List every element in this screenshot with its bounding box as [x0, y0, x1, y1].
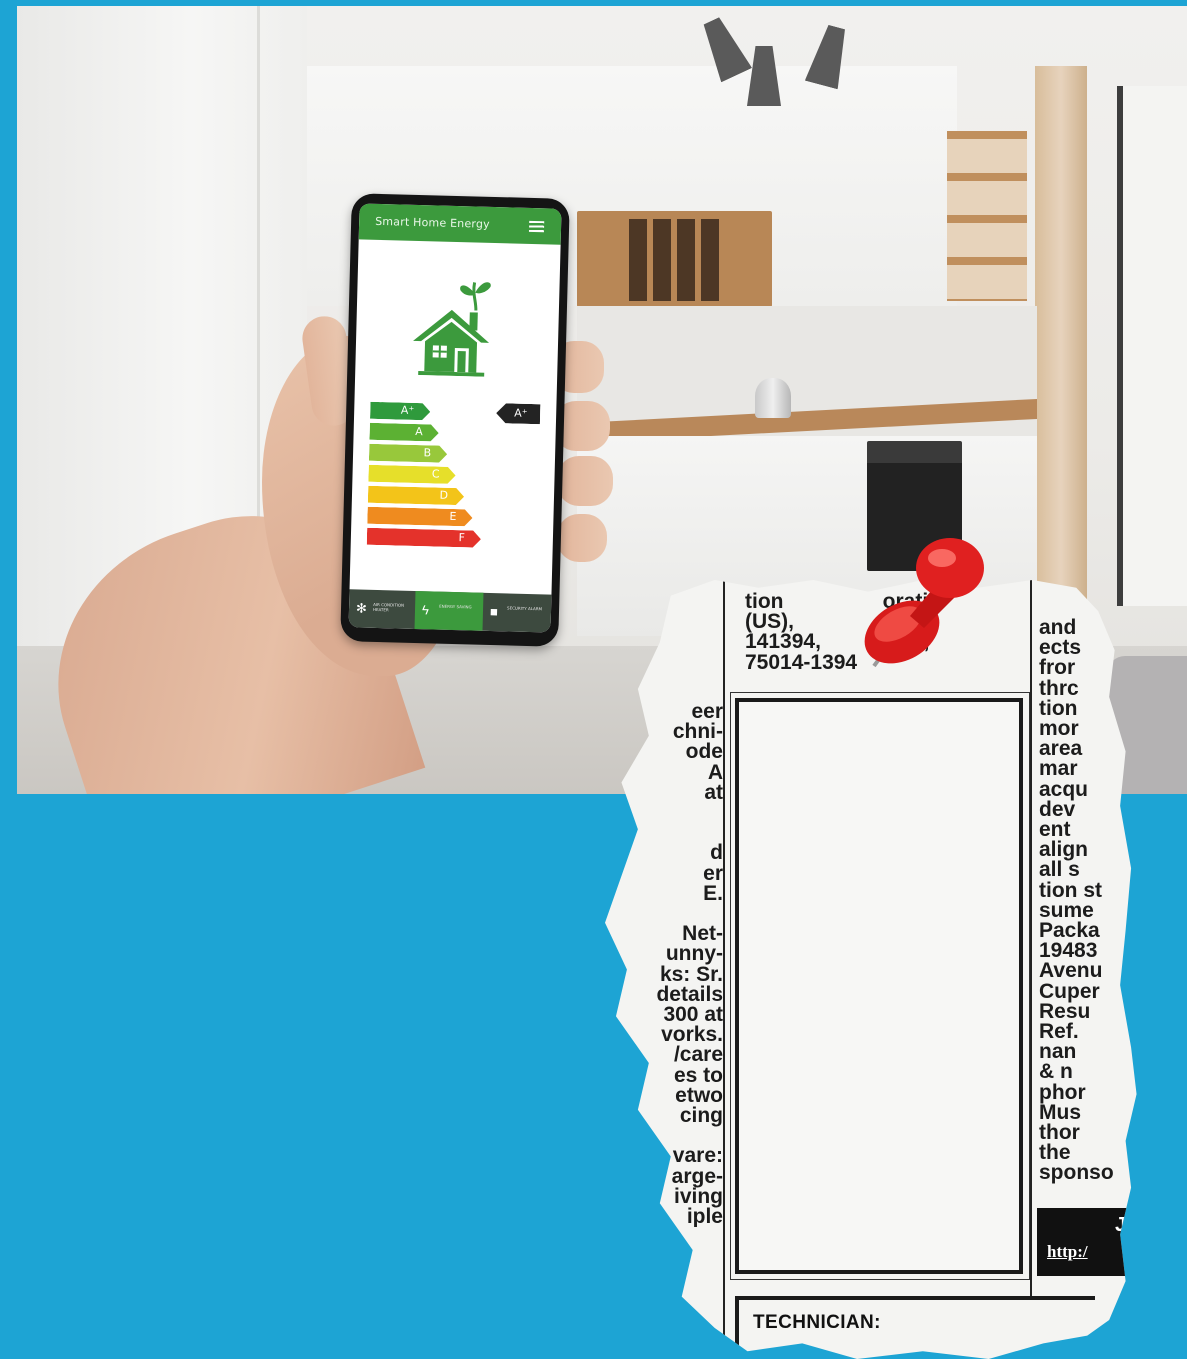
- column-rule: [1030, 580, 1032, 1300]
- job-ad-url: http:/: [1047, 1242, 1088, 1261]
- energy-bar: E: [367, 507, 472, 527]
- newspaper-clipping: tion oratio (US), Box 141394, TX, 75014-…: [605, 580, 1139, 1359]
- energy-bar-label: A: [414, 424, 423, 439]
- technician-ad: TECHNICIAN:: [735, 1296, 1095, 1356]
- finger: [557, 514, 607, 562]
- left-column-text: eer chni- ode A at d er E. Net- unny- ks…: [656, 702, 723, 1228]
- phone-screen: Smart Home Energy A⁺ ✻ AIR CONDITION HEA…: [348, 203, 562, 633]
- nav-label: AIR CONDITION HEATER: [372, 601, 405, 613]
- nav-security-alarm[interactable]: ■ SECURITY ALARM: [482, 593, 551, 633]
- energy-bar-label: B: [423, 446, 432, 460]
- energy-bar-label: E: [449, 509, 457, 524]
- nav-label: SECURITY ALARM: [507, 605, 543, 612]
- lightning-icon: ϟ: [421, 602, 430, 618]
- energy-bar-label: D: [439, 488, 449, 502]
- wood-shelf: [577, 211, 772, 307]
- blank-ad-box: [735, 698, 1023, 1274]
- energy-bar-label: C: [431, 467, 440, 481]
- energy-bar: B: [369, 444, 447, 463]
- kettle: [755, 378, 791, 418]
- eco-house-icon: [413, 282, 491, 377]
- energy-rating-badge: A⁺: [496, 403, 541, 424]
- technician-heading: TECHNICIAN:: [753, 1312, 881, 1333]
- pendant-lamp: [747, 46, 781, 106]
- rating-badge-label: A⁺: [514, 406, 528, 420]
- app-header: Smart Home Energy: [358, 203, 562, 245]
- energy-bar: C: [368, 465, 455, 484]
- energy-bar-label: F: [458, 531, 466, 545]
- finger: [557, 456, 613, 506]
- window: [1117, 86, 1187, 606]
- nav-energy-saving[interactable]: ϟ ENERGY SAVING: [414, 591, 484, 631]
- column-rule: [723, 580, 725, 1359]
- energy-bar-label: A⁺: [400, 403, 415, 417]
- energy-bar: F: [367, 528, 481, 548]
- smartphone: Smart Home Energy A⁺ ✻ AIR CONDITION HEA…: [340, 193, 570, 647]
- snowflake-icon: ✻: [355, 600, 368, 616]
- hamburger-menu-icon[interactable]: [528, 220, 545, 233]
- side-shelf: [947, 131, 1027, 301]
- job-ad-title: Jo: [1115, 1214, 1139, 1236]
- wood-pillar: [1035, 66, 1087, 606]
- lock-icon: ■: [489, 603, 499, 620]
- nav-label: ENERGY SAVING: [439, 603, 472, 610]
- energy-bar: D: [368, 486, 464, 506]
- bottom-navigation: ✻ AIR CONDITION HEATER ϟ ENERGY SAVING ■…: [348, 589, 552, 633]
- app-title: Smart Home Energy: [375, 214, 490, 231]
- nav-air-condition[interactable]: ✻ AIR CONDITION HEATER: [349, 589, 416, 629]
- energy-bar: A: [369, 423, 438, 442]
- energy-bar: A⁺: [370, 402, 430, 421]
- job-ad-block: Jo http:/: [1037, 1208, 1139, 1276]
- red-pushpin-icon: [864, 538, 984, 668]
